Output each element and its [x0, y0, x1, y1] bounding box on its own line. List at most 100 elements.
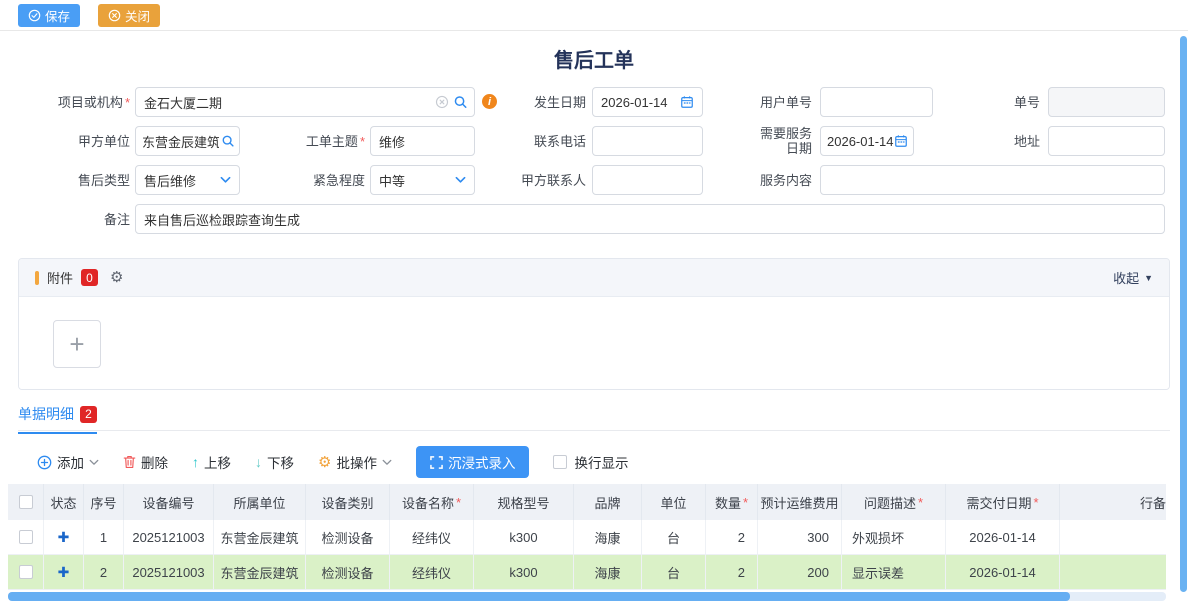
add-row-button[interactable]: 添加 [37, 452, 99, 472]
add-attachment-button[interactable]: + [53, 320, 101, 368]
column-header-fee: 预计运维费用 [758, 484, 842, 520]
party-a-contact-field [592, 165, 703, 195]
immersive-entry-button[interactable]: 沉浸式录入 [416, 446, 530, 478]
cell-due_date[interactable]: 2026-01-14 [946, 555, 1060, 589]
close-button[interactable]: 关闭 [98, 4, 160, 27]
cell-qty[interactable]: 2 [706, 555, 758, 589]
required-marker: * [918, 495, 923, 510]
collapse-label: 收起 [1113, 268, 1139, 287]
cell-problem[interactable]: 外观损坏 [842, 520, 946, 554]
move-up-button[interactable]: ↑ 上移 [192, 452, 231, 472]
cell-seq[interactable]: 1 [84, 520, 124, 554]
party-a-unit-label: 甲方单位 [18, 126, 130, 156]
urgency-select[interactable]: 中等 [370, 165, 475, 195]
gear-icon: ⚙ [318, 455, 331, 470]
party-a-contact-input[interactable] [592, 165, 703, 195]
delete-row-label: 删除 [141, 452, 168, 472]
attachments-header: 附件 0 ⚙ 收起 ▼ [19, 259, 1169, 297]
save-button[interactable]: 保存 [18, 4, 80, 27]
clear-icon[interactable] [435, 95, 449, 109]
collapse-toggle[interactable]: 收起 ▼ [1113, 268, 1153, 287]
cell-device_no[interactable]: 2025121003 [124, 520, 214, 554]
cell-seq[interactable]: 2 [84, 555, 124, 589]
project-label: 项目或机构* [18, 87, 130, 117]
move-up-label: 上移 [204, 452, 231, 472]
cell-unit[interactable]: 台 [642, 520, 706, 554]
cell-name[interactable]: 经纬仪 [390, 520, 474, 554]
status-plus-icon[interactable]: ✚ [58, 564, 70, 581]
column-header-qty: 数量* [706, 484, 758, 520]
tab-detail-list[interactable]: 单据明细 2 [18, 404, 97, 434]
add-row-label: 添加 [57, 452, 84, 472]
service-date-label: 需要服务日期 [752, 126, 812, 156]
cell-brand[interactable]: 海康 [574, 520, 642, 554]
user-order-no-input[interactable] [820, 87, 933, 117]
calendar-icon[interactable] [894, 134, 908, 148]
cell-owner_unit[interactable]: 东营金辰建筑 [214, 555, 306, 589]
status-plus-icon[interactable]: ✚ [58, 529, 70, 546]
triangle-down-icon: ▼ [1144, 273, 1153, 283]
detail-table-body: ✚12025121003东营金辰建筑检测设备经纬仪k300海康台2300外观损坏… [8, 520, 1166, 590]
batch-operations-button[interactable]: ⚙ 批操作 [318, 452, 392, 472]
attachments-count-badge: 0 [81, 269, 98, 286]
vertical-scrollbar-thumb[interactable] [1180, 36, 1187, 592]
close-button-label: 关闭 [125, 6, 150, 25]
delete-row-button[interactable]: 删除 [123, 452, 168, 472]
work-subject-input[interactable] [370, 126, 475, 156]
service-date-input[interactable]: 2026-01-14 0 [820, 126, 914, 156]
wrap-display-checkbox[interactable] [553, 455, 567, 469]
table-row[interactable]: ✚22025121003东营金辰建筑检测设备经纬仪k300海康台2200显示误差… [8, 555, 1166, 590]
select-all-checkbox[interactable] [19, 495, 33, 509]
calendar-icon[interactable] [680, 95, 694, 109]
cell-unit[interactable]: 台 [642, 555, 706, 589]
cell-brand[interactable]: 海康 [574, 555, 642, 589]
cell-owner_unit[interactable]: 东营金辰建筑 [214, 520, 306, 554]
horizontal-scrollbar-thumb[interactable] [8, 592, 1070, 601]
address-input[interactable] [1048, 126, 1165, 156]
service-content-input[interactable] [820, 165, 1165, 195]
cell-select [8, 520, 44, 554]
row-checkbox[interactable] [19, 530, 33, 544]
cell-fee[interactable]: 300 [758, 520, 842, 554]
cell-due_date[interactable]: 2026-01-14 [946, 520, 1060, 554]
cell-category[interactable]: 检测设备 [306, 555, 390, 589]
detail-toolbar: 添加 删除 ↑ 上移 ↓ 下移 ⚙ 批操作 沉浸式录入 换行显示 [37, 446, 628, 478]
gear-icon[interactable]: ⚙ [110, 270, 123, 285]
contact-phone-input[interactable] [592, 126, 703, 156]
occur-date-input[interactable]: 2026-01-14 [592, 87, 703, 117]
cell-problem[interactable]: 显示误差 [842, 555, 946, 589]
urgency-field: 中等 [370, 165, 475, 195]
project-input[interactable] [135, 87, 475, 117]
required-marker: * [456, 495, 461, 510]
cell-fee[interactable]: 200 [758, 555, 842, 589]
chevron-down-icon [455, 176, 466, 184]
cell-category[interactable]: 检测设备 [306, 520, 390, 554]
search-icon[interactable] [453, 95, 468, 110]
column-header-seq: 序号 [84, 484, 124, 520]
move-down-button[interactable]: ↓ 下移 [255, 452, 294, 472]
table-row[interactable]: ✚ 12025121003东营金辰建筑检测设备经纬仪k300海康台2300外观损坏… [8, 520, 1166, 555]
party-a-contact-label: 甲方联系人 [480, 165, 586, 195]
project-field [135, 87, 475, 117]
column-header-unit: 单位 [642, 484, 706, 520]
horizontal-scrollbar[interactable] [8, 592, 1166, 601]
required-marker: * [1033, 495, 1038, 510]
remark-input[interactable] [135, 204, 1165, 234]
cell-row_note[interactable] [1060, 520, 1166, 554]
cell-model[interactable]: k300 [474, 520, 574, 554]
cell-row_note[interactable] [1060, 555, 1166, 589]
cell-device_no[interactable]: 2025121003 [124, 555, 214, 589]
row-checkbox[interactable] [19, 565, 33, 579]
aftersales-type-field: 售后维修 [135, 165, 240, 195]
cell-qty[interactable]: 2 [706, 520, 758, 554]
aftersales-type-select[interactable]: 售后维修 [135, 165, 240, 195]
cell-name[interactable]: 经纬仪 [390, 555, 474, 589]
search-icon[interactable] [221, 134, 235, 148]
cell-model[interactable]: k300 [474, 555, 574, 589]
fullscreen-corners-icon [430, 456, 443, 469]
info-icon[interactable]: i [482, 94, 497, 109]
wrap-display-toggle[interactable]: 换行显示 [553, 452, 628, 472]
cell-select [8, 555, 44, 589]
column-header-select[interactable] [8, 484, 44, 520]
detail-table-head: 状态序号设备编号所属单位设备类别设备名称*规格型号品牌单位数量*预计运维费用问题… [8, 484, 1166, 520]
